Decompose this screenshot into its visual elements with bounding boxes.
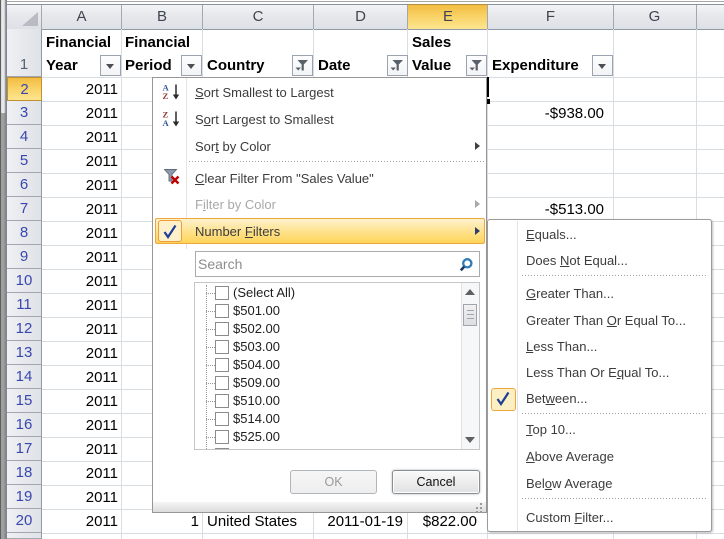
svg-text:Z: Z xyxy=(163,91,169,101)
svg-text:A: A xyxy=(163,118,170,128)
